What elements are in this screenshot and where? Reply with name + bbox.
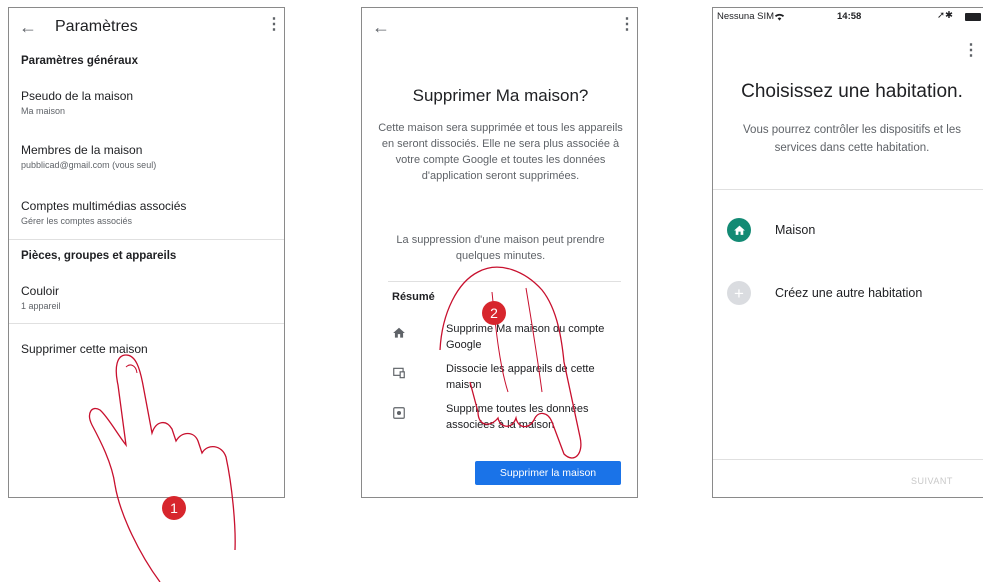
- more-menu-icon[interactable]: ⋮: [266, 17, 282, 33]
- step-2-badge: 2: [482, 301, 506, 325]
- step-1-badge: 1: [162, 496, 186, 520]
- home-option-label: Maison: [775, 223, 816, 237]
- section-rooms-heading: Pièces, groupes et appareils: [21, 250, 177, 262]
- setting-item-subtitle: pubblicad@gmail.com (vous seul): [21, 160, 157, 170]
- setting-item-members[interactable]: Membres de la maison pubblicad@gmail.com…: [21, 143, 156, 170]
- divider: [713, 459, 983, 460]
- home-icon: [393, 327, 405, 338]
- setting-item-nickname[interactable]: Pseudo de la maison Ma maison: [21, 89, 133, 116]
- room-item-couloir[interactable]: Couloir 1 appareil: [21, 284, 61, 311]
- divider: [713, 189, 983, 190]
- plus-icon: +: [727, 281, 751, 305]
- pointing-hand-illustration-2: [439, 266, 582, 459]
- home-option-maison[interactable]: Maison: [727, 218, 977, 246]
- carrier-label: Nessuna SIM: [717, 11, 775, 22]
- divider: [9, 323, 284, 324]
- more-menu-icon[interactable]: ⋮: [963, 43, 979, 59]
- choose-home-screen: Nessuna SIM 14:58 ➚✱ ⋮ Choisissez une ha…: [712, 7, 983, 498]
- device-icon: [393, 367, 405, 379]
- setting-item-title: Pseudo de la maison: [21, 89, 134, 103]
- page-title: Choisissez une habitation.: [741, 81, 963, 102]
- page-title: Paramètres: [55, 18, 138, 35]
- next-button[interactable]: SUIVANT: [911, 476, 953, 486]
- data-icon: [393, 407, 405, 419]
- battery-icon: [965, 13, 981, 21]
- room-item-title: Couloir: [21, 284, 60, 298]
- status-bar: Nessuna SIM 14:58 ➚✱: [713, 8, 983, 26]
- dialog-body: Cette maison sera supprimée et tous les …: [378, 122, 623, 182]
- clock: 14:58: [837, 11, 862, 22]
- setting-item-subtitle: Gérer les comptes associés: [21, 216, 133, 226]
- summary-heading: Résumé: [392, 291, 435, 303]
- back-arrow-icon[interactable]: ←: [372, 18, 390, 36]
- dialog-title: Supprimer Ma maison?: [412, 86, 589, 105]
- back-arrow-icon[interactable]: ←: [19, 18, 37, 36]
- setting-item-subtitle: Ma maison: [21, 106, 66, 116]
- page-description: Vous pourrez contrôler les dispositifs e…: [743, 124, 961, 154]
- location-bluetooth-icon: ➚✱: [937, 10, 953, 21]
- wifi-icon: [774, 13, 785, 21]
- create-home-option[interactable]: + Créez une autre habitation: [727, 281, 977, 309]
- create-home-label: Créez une autre habitation: [775, 286, 923, 300]
- section-general-heading: Paramètres généraux: [21, 55, 138, 67]
- setting-item-title: Membres de la maison: [21, 143, 143, 157]
- pointing-hand-illustration-1: [88, 354, 236, 582]
- setting-item-media-accounts[interactable]: Comptes multimédias associés Gérer les c…: [21, 199, 186, 226]
- divider: [9, 239, 284, 240]
- home-icon: [727, 218, 751, 242]
- setting-item-title: Comptes multimédias associés: [21, 199, 187, 213]
- more-menu-icon[interactable]: ⋮: [619, 17, 635, 33]
- room-item-subtitle: 1 appareil: [21, 301, 61, 311]
